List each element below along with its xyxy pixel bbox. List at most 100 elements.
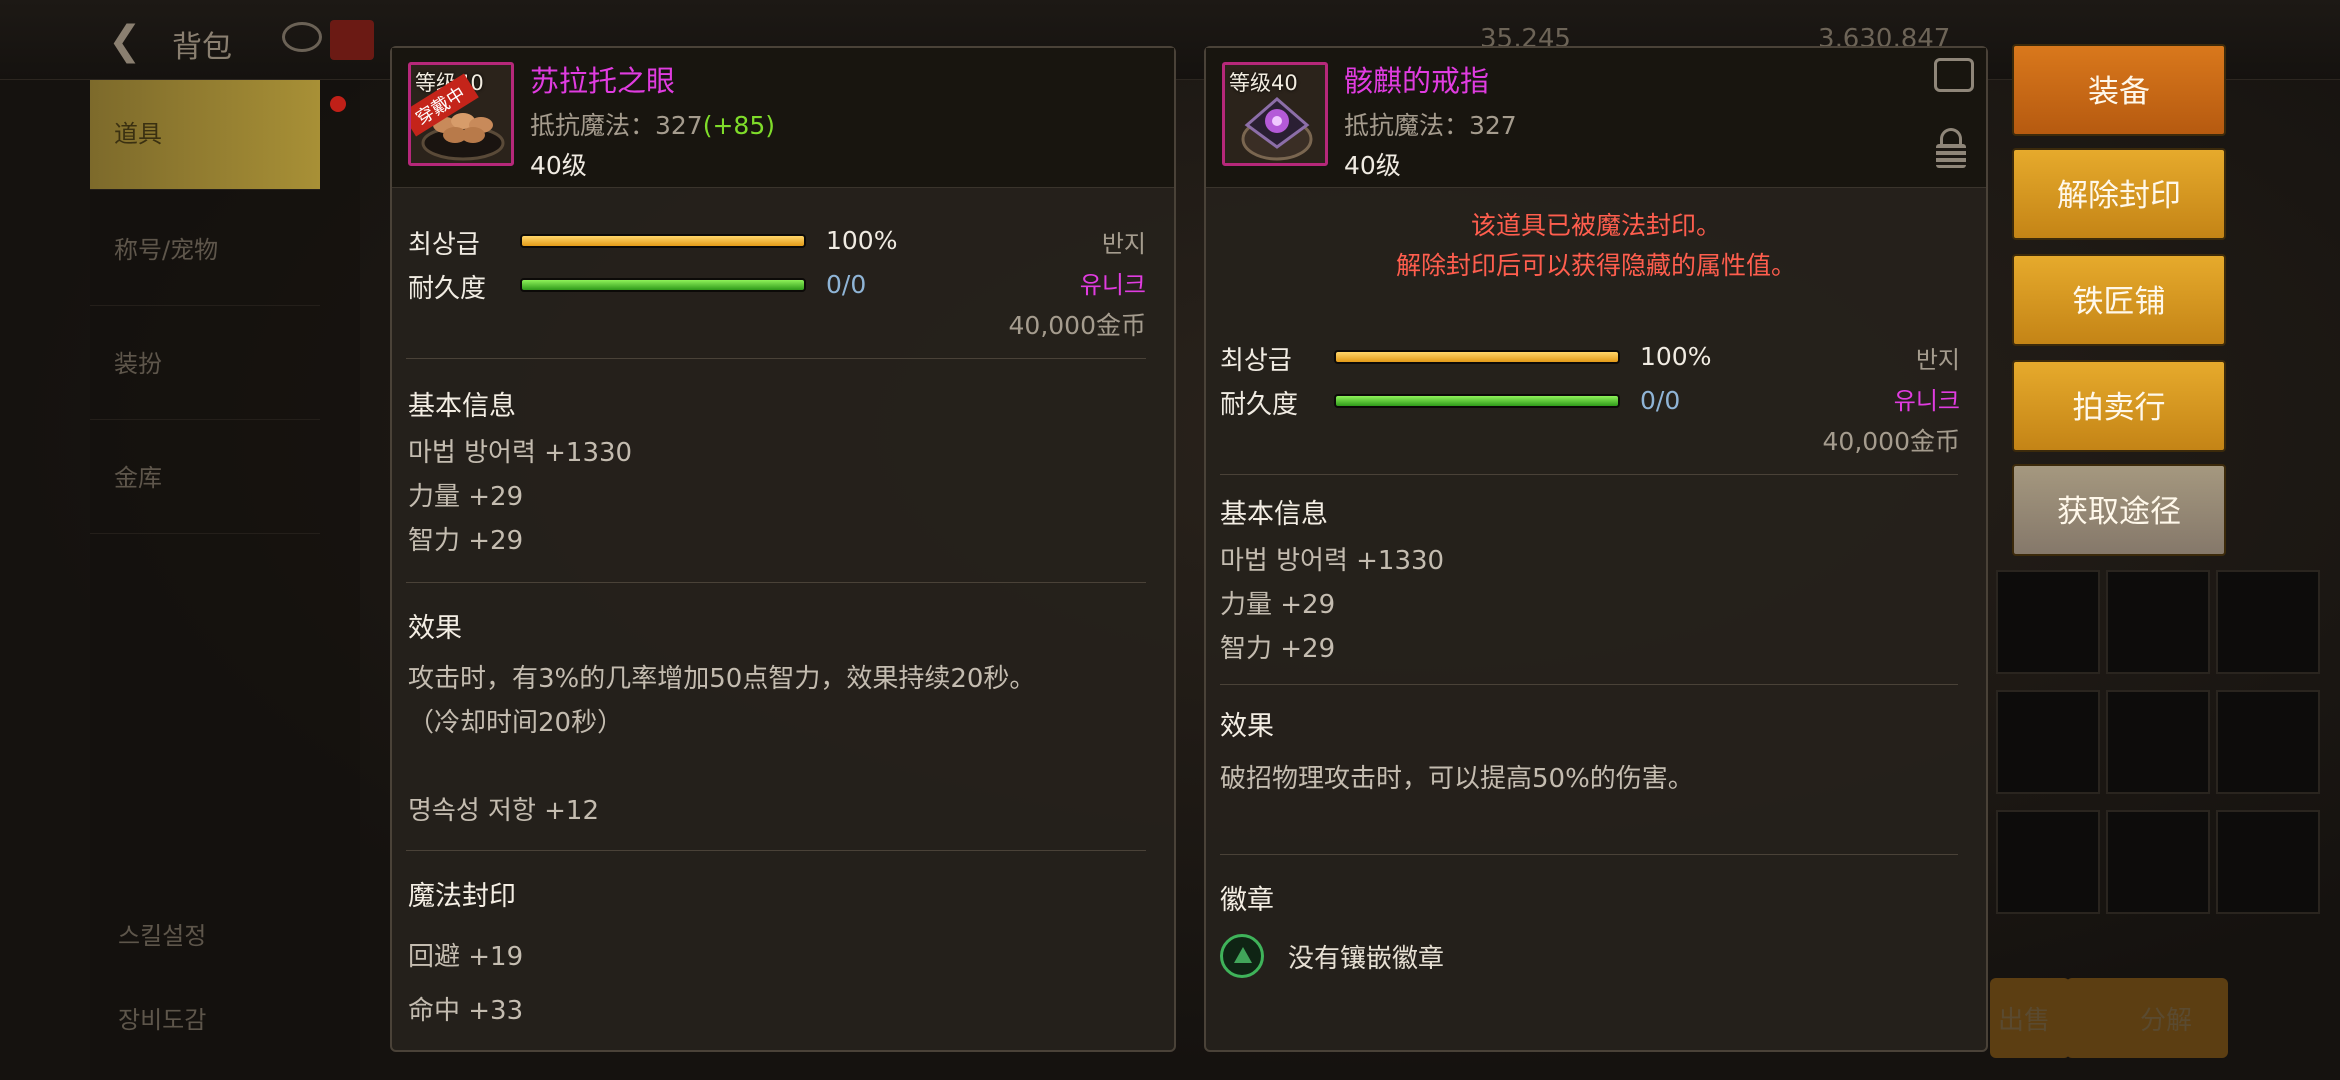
resist-line: 명속성 저항 +12	[408, 796, 599, 826]
tab-label: 金库	[114, 464, 162, 492]
notification-dot	[330, 96, 346, 112]
sealed-notice: 该道具已被魔法封印。 解除封印后可以获得隐藏的属性值。	[1206, 206, 1986, 286]
divider	[1220, 474, 1958, 475]
equipped-item-tooltip: 等级40 穿戴中 苏拉托之眼 抵抗魔法：327(+85) 40级 최상급 100…	[390, 46, 1176, 1052]
effect-line: 攻击时，有3%的几率增加50点智力，效果持续20秒。	[408, 664, 1036, 694]
unseal-button[interactable]: 解除封印	[2012, 148, 2226, 240]
grade-bar	[520, 234, 806, 248]
inventory-slot[interactable]	[1996, 570, 2100, 674]
durability-bar-fill	[1336, 396, 1618, 406]
item-header: 等级40 穿戴中 苏拉托之眼 抵抗魔法：327(+85) 40级	[392, 48, 1174, 188]
item-type: 반지	[1915, 346, 1960, 374]
required-level: 40级	[1344, 151, 1401, 180]
seal-stat-line: 命中 +33	[408, 996, 524, 1026]
basic-stat-line: 力量 +29	[408, 482, 524, 512]
effect-line: 破招物理攻击时，可以提高50%的伤害。	[1220, 764, 1694, 794]
basic-info-title: 基本信息	[1220, 499, 1328, 530]
grade-label: 최상급	[1220, 346, 1292, 376]
divider	[406, 582, 1146, 583]
tab-label: 称号/宠物	[114, 236, 219, 264]
item-name: 苏拉托之眼	[530, 64, 676, 98]
disassemble-button[interactable]: 分解	[2066, 978, 2228, 1058]
inventory-slot[interactable]	[2216, 810, 2320, 914]
divider	[406, 850, 1146, 851]
skill-settings-link[interactable]: 스킬설정	[118, 916, 206, 951]
divider	[1220, 854, 1958, 855]
effect-line: （冷却时间20秒）	[408, 708, 624, 738]
inventory-slot[interactable]	[2106, 690, 2210, 794]
basic-stat-line: 力量 +29	[1220, 590, 1336, 620]
blacksmith-button[interactable]: 铁匠铺	[2012, 254, 2226, 346]
inventory-slot[interactable]	[2216, 570, 2320, 674]
item-meta: 반지 유니크 40,000金币	[1823, 340, 1960, 458]
grade-bar	[1334, 350, 1620, 364]
stat-bonus: (+85)	[702, 111, 775, 140]
grade-value: 100%	[826, 226, 898, 255]
tab-storage[interactable]: 金库	[90, 424, 320, 534]
item-main-stat: 抵抗魔法：327(+85)	[530, 106, 775, 142]
lock-icon[interactable]	[1936, 128, 1966, 168]
inventory-slot[interactable]	[1996, 810, 2100, 914]
grade-label: 최상급	[408, 230, 480, 260]
basic-stat-line: 마법 방어력 +1330	[408, 438, 633, 468]
inventory-slot[interactable]	[2106, 810, 2210, 914]
divider	[1220, 684, 1958, 685]
equipment-codex-link[interactable]: 장비도감	[118, 1000, 206, 1035]
share-icon[interactable]	[1934, 58, 1974, 92]
item-price: 40,000金币	[1008, 311, 1146, 340]
durability-bar	[1334, 394, 1620, 408]
durability-label: 耐久度	[408, 274, 487, 304]
item-icon: 等级40 穿戴中	[408, 62, 514, 166]
item-name: 骸麒的戒指	[1344, 64, 1490, 98]
durability-bar-fill	[522, 280, 804, 290]
tab-label: 道具	[114, 120, 162, 148]
item-header: 等级40 骸麒的戒指 抵抗魔法：327 40级	[1206, 48, 1986, 188]
inventory-slot[interactable]	[1996, 690, 2100, 794]
tab-costume[interactable]: 装扮	[90, 310, 320, 420]
grade-value: 100%	[1640, 342, 1712, 371]
emblem-slot-icon	[1220, 934, 1264, 978]
inventory-slot[interactable]	[2216, 690, 2320, 794]
basic-stat-line: 마법 방어력 +1330	[1220, 546, 1445, 576]
sealed-notice-line: 解除封印后可以获得隐藏的属性值。	[1395, 251, 1796, 280]
no-emblem-text: 没有镶嵌徽章	[1288, 944, 1445, 974]
required-level: 40级	[530, 151, 587, 180]
item-rarity: 유니크	[1893, 387, 1960, 415]
effect-title: 效果	[1220, 711, 1274, 742]
item-price: 40,000金币	[1822, 427, 1960, 456]
divider	[406, 358, 1146, 359]
item-rarity: 유니크	[1079, 271, 1146, 299]
equip-button[interactable]: 装备	[2012, 44, 2226, 136]
basic-stat-line: 智力 +29	[1220, 634, 1336, 664]
item-level-tag: 等级40	[1229, 71, 1298, 95]
stat-text: 抵抗魔法：327	[530, 111, 703, 140]
disassemble-label: 分解	[2140, 1006, 2193, 1036]
auction-house-button[interactable]: 拍卖行	[2012, 360, 2226, 452]
inventory-slot[interactable]	[2106, 570, 2210, 674]
back-arrow-icon[interactable]: ❮	[108, 18, 142, 64]
item-meta: 반지 유니크 40,000金币	[1009, 224, 1146, 342]
magic-seal-title: 魔法封印	[408, 881, 516, 912]
grade-bar-fill	[1336, 352, 1618, 362]
sell-label: 出售	[1998, 1006, 2051, 1036]
item-main-stat: 抵抗魔法：327	[1344, 111, 1517, 140]
mail-icon[interactable]	[330, 20, 374, 60]
emblem-title: 徽章	[1220, 885, 1274, 916]
acquire-route-button[interactable]: 获取途径	[2012, 464, 2226, 556]
sealed-notice-line: 该道具已被魔法封印。	[1470, 211, 1721, 240]
effect-title: 效果	[408, 613, 462, 644]
durability-label: 耐久度	[1220, 390, 1299, 420]
selected-item-tooltip: 等级40 骸麒的戒指 抵抗魔法：327 40级 该道具已被魔法封印。 解除封印后…	[1204, 46, 1988, 1052]
tab-items[interactable]: 道具	[90, 80, 320, 190]
durability-bar	[520, 278, 806, 292]
item-icon: 等级40	[1222, 62, 1328, 166]
page-title: 背包	[172, 30, 232, 65]
eye-icon[interactable]	[282, 22, 322, 52]
durability-value: 0/0	[1640, 386, 1681, 415]
grade-bar-fill	[522, 236, 804, 246]
tab-titles-pets[interactable]: 称号/宠物	[90, 196, 320, 306]
tab-label: 装扮	[114, 350, 162, 378]
sell-button[interactable]: 出售	[1990, 978, 2070, 1058]
basic-info-title: 基本信息	[408, 391, 516, 422]
item-type: 반지	[1101, 230, 1146, 258]
